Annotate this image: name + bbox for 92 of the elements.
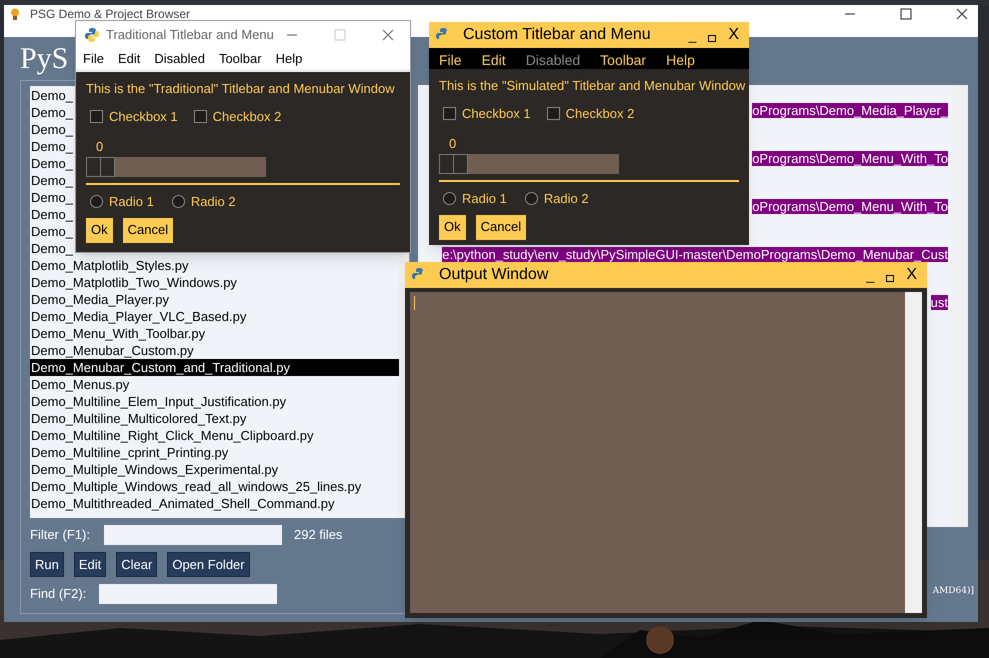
window-message: This is the "Simulated" Titlebar and Menubar Window — [439, 77, 746, 94]
file-list-item[interactable]: Demo_ — [30, 121, 74, 138]
radio-label: Radio 1 — [109, 193, 154, 211]
file-list-item[interactable]: Demo_Menus.py — [30, 376, 130, 393]
close-icon[interactable] — [382, 29, 394, 41]
checkbox-label: Checkbox 2 — [212, 108, 282, 126]
menu-item[interactable]: Edit — [482, 50, 506, 71]
file-list-item[interactable]: Demo_ — [30, 138, 74, 155]
file-list-item[interactable]: Demo_Multithreaded_Animated_Shell_Command.py — [30, 495, 336, 512]
checkbox-label: Checkbox 2 — [566, 105, 634, 123]
window-message: This is the "Traditional" Titlebar and Menubar Window — [86, 80, 395, 97]
radio-label: Radio 2 — [544, 190, 589, 208]
lightbulb-icon — [10, 8, 20, 20]
minimize-button[interactable]: _ — [688, 24, 696, 46]
file-list-item[interactable]: Demo_ — [30, 206, 74, 223]
file-list-item[interactable]: Demo_Matplotlib_Two_Windows.py — [30, 274, 238, 291]
checkbox-label: Checkbox 1 — [109, 108, 178, 126]
radio-button[interactable] — [443, 192, 456, 206]
window-title: PSG Demo & Project Browser — [30, 8, 192, 20]
menu-item[interactable]: Disabled — [154, 49, 205, 69]
window-title: Output Window — [439, 265, 550, 285]
slider-track[interactable] — [86, 157, 266, 177]
menu-item[interactable]: File — [439, 50, 462, 71]
file-list-item[interactable]: Demo_Multiline_Right_Click_Menu_Clipboard.py — [30, 427, 315, 444]
close-button[interactable]: X — [728, 23, 739, 47]
radio-label: Radio 1 — [462, 190, 507, 208]
radio-button[interactable] — [172, 195, 185, 208]
action-button[interactable]: Run — [30, 552, 64, 577]
file-list-item[interactable]: Demo_Multiple_Windows_Experimental.py — [30, 461, 280, 478]
menu-item[interactable]: Edit — [118, 49, 140, 69]
slider-track[interactable] — [439, 154, 619, 174]
menu-item[interactable]: Toolbar — [218, 49, 262, 69]
close-icon[interactable] — [956, 8, 968, 20]
radio-button[interactable] — [90, 195, 103, 208]
close-button[interactable]: X — [906, 263, 917, 287]
slider-thumb[interactable] — [439, 154, 468, 174]
menu-item[interactable]: File — [83, 49, 104, 69]
file-list-item[interactable]: Demo_ — [30, 240, 74, 257]
slider-thumb[interactable] — [86, 157, 115, 177]
checkbox[interactable] — [194, 110, 207, 124]
filter-field[interactable] — [104, 525, 282, 545]
file-list-item[interactable]: Demo_Menu_With_Toolbar.py — [30, 325, 206, 342]
menu-item[interactable]: Help — [666, 50, 695, 71]
file-count: 292 files — [294, 526, 342, 544]
scrollbar[interactable] — [905, 292, 922, 613]
file-list-item[interactable]: Demo_ — [30, 172, 74, 189]
python-logo-icon — [84, 27, 100, 43]
file-list-item[interactable]: Demo_Multiline_Multicolored_Text.py — [30, 410, 248, 427]
menu-item[interactable]: Help — [276, 49, 302, 69]
action-button[interactable]: Open Folder — [167, 552, 250, 577]
find-field[interactable] — [99, 584, 277, 604]
checkbox[interactable] — [546, 107, 560, 120]
window-title: Custom Titlebar and Menu — [463, 25, 652, 45]
checkbox-label: Checkbox 1 — [462, 105, 531, 123]
checkbox[interactable] — [90, 110, 103, 124]
scrollbar[interactable] — [953, 85, 968, 527]
action-button[interactable]: Clear — [116, 552, 158, 577]
maximize-icon[interactable] — [900, 8, 912, 20]
checkbox[interactable] — [443, 107, 456, 120]
file-list-item[interactable]: Demo_ — [30, 87, 74, 104]
maximize-icon[interactable] — [708, 34, 716, 42]
file-list-item[interactable]: Demo_ — [30, 155, 74, 172]
action-button[interactable]: Edit — [74, 552, 106, 577]
radio-button[interactable] — [524, 192, 538, 206]
slider-reading: 0 — [449, 134, 458, 152]
filter-label: Filter (F1): — [30, 526, 91, 544]
file-list-item[interactable]: Demo_Menubar_Custom_and_Traditional.py — [30, 359, 399, 376]
file-list-item[interactable]: Demo_Multiple_Windows_read_all_windows_25_lines.py — [30, 478, 362, 495]
file-list-item[interactable]: Demo_ — [30, 189, 74, 206]
dialog-button[interactable]: Ok — [439, 214, 466, 240]
maximize-icon[interactable] — [886, 274, 894, 282]
menu-item[interactable]: Toolbar — [600, 50, 646, 71]
python-logo-icon — [435, 27, 451, 43]
dialog-button[interactable]: Cancel — [122, 218, 174, 242]
python-logo-icon — [411, 267, 427, 283]
file-list-item[interactable]: Demo_Multiline_Elem_Input_Justification.py — [30, 393, 288, 410]
status-text: AMD64)] — [932, 584, 974, 598]
dialog-button[interactable]: Ok — [86, 218, 113, 242]
slider-reading: 0 — [96, 138, 104, 156]
file-list-item[interactable]: Demo_Multiline_cprint_Printing.py — [30, 444, 230, 461]
app-heading: PyS — [20, 41, 68, 77]
radio-label: Radio 2 — [190, 193, 236, 211]
file-list-item[interactable]: Demo_Menubar_Custom.py — [30, 342, 195, 359]
file-list-item[interactable]: Demo_Matplotlib_Styles.py — [30, 257, 190, 274]
file-list-item[interactable]: Demo_ — [30, 104, 74, 121]
window-title: Traditional Titlebar and Menu — [106, 26, 275, 44]
file-list-item[interactable]: Demo_Media_Player_VLC_Based.py — [30, 308, 248, 325]
file-list-item[interactable]: Demo_Media_Player.py — [30, 291, 170, 308]
dialog-button[interactable]: Cancel — [476, 214, 526, 240]
minimize-button[interactable]: _ — [866, 264, 874, 286]
find-label: Find (F2): — [30, 585, 88, 604]
file-list-item[interactable]: Demo_ — [30, 223, 74, 240]
